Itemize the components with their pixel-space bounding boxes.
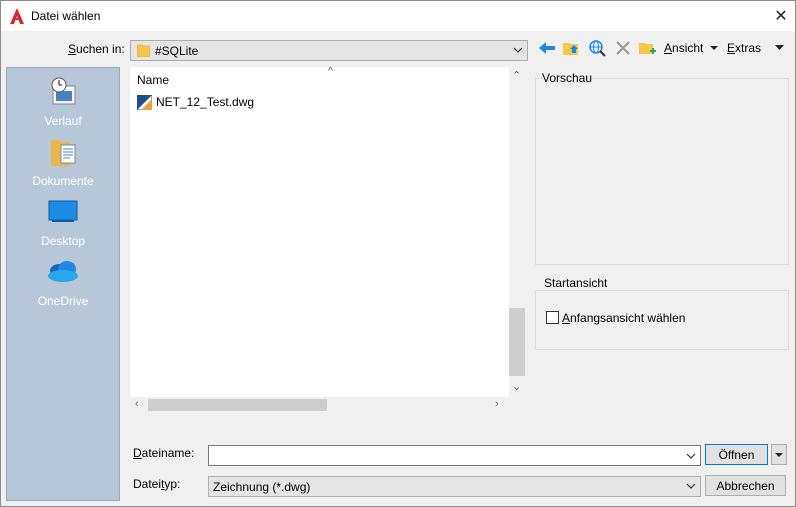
search-web-button[interactable] <box>588 38 606 58</box>
place-desktop[interactable]: Desktop <box>7 196 119 248</box>
folder-icon <box>137 44 150 57</box>
open-button[interactable]: Öffnen <box>705 444 768 465</box>
place-label: Dokumente <box>32 174 94 188</box>
back-arrow-icon <box>539 42 555 54</box>
places-bar: Verlauf Dokumente Desktop OneDrive <box>6 67 120 501</box>
lookin-value: #SQLite <box>155 44 199 58</box>
initial-view-checkbox-label[interactable]: Anfangsansicht wählen <box>562 311 685 325</box>
caret-down-icon <box>775 45 784 50</box>
history-icon <box>51 77 76 105</box>
back-button[interactable] <box>538 38 556 58</box>
globe-search-icon <box>589 40 606 57</box>
preview-group <box>535 78 789 265</box>
place-documents[interactable]: Dokumente <box>7 136 119 188</box>
scroll-right-icon[interactable]: › <box>495 398 499 410</box>
delete-x-icon <box>616 41 630 55</box>
scroll-up-icon[interactable]: ⌃ <box>512 69 521 82</box>
place-label: OneDrive <box>37 294 89 308</box>
tools-menu-button[interactable]: Extras <box>727 38 761 58</box>
folder-up-icon <box>563 43 578 55</box>
close-icon: ✕ <box>774 8 788 25</box>
place-label: Verlauf <box>44 114 82 128</box>
horizontal-scrollbar[interactable]: ‹ › <box>130 397 509 414</box>
chevron-down-icon <box>686 483 696 489</box>
caret-down-icon <box>775 452 783 457</box>
autocad-app-icon <box>10 8 24 24</box>
close-button[interactable]: ✕ <box>767 1 795 31</box>
column-header-name[interactable]: Name <box>137 73 169 87</box>
place-onedrive[interactable]: OneDrive <box>7 256 119 308</box>
view-menu-button[interactable]: Ansicht <box>664 38 703 58</box>
title-bar: Datei wählen ✕ <box>1 1 795 31</box>
file-dialog: Datei wählen ✕ Suchen in: #SQLite A nsic… <box>0 0 796 507</box>
lookin-label: Suchen in: <box>68 42 125 56</box>
filename-label: Dateiname: <box>133 446 195 460</box>
new-folder-button[interactable] <box>638 38 656 58</box>
sort-indicator-icon: ^ <box>328 66 333 77</box>
chevron-down-icon <box>513 47 523 53</box>
preview-title: Vorschau <box>542 71 593 85</box>
place-history[interactable]: Verlauf <box>7 76 119 128</box>
filetype-value: Zeichnung (*.dwg) <box>213 480 311 494</box>
initial-view-checkbox[interactable] <box>546 311 559 324</box>
tools-dropdown-arrow[interactable] <box>775 38 784 58</box>
scroll-down-icon[interactable]: ⌄ <box>512 380 521 393</box>
place-label: Desktop <box>40 234 86 248</box>
file-list[interactable]: ^ Name NET_12_Test.dwg ⌃ ⌄ ‹ › <box>130 66 525 414</box>
delete-button[interactable] <box>614 38 632 58</box>
dwg-file-icon <box>137 94 152 110</box>
caret-down-icon <box>710 46 718 50</box>
filetype-label: Dateityp: <box>133 477 181 491</box>
file-name: NET_12_Test.dwg <box>156 95 255 109</box>
filetype-combobox[interactable]: Zeichnung (*.dwg) <box>208 476 701 497</box>
new-folder-icon <box>639 43 656 54</box>
documents-folder-icon <box>51 140 76 166</box>
onedrive-cloud-icon <box>48 261 78 282</box>
window-title: Datei wählen <box>31 9 101 23</box>
chevron-down-icon <box>686 453 696 459</box>
list-item[interactable]: NET_12_Test.dwg <box>137 93 254 111</box>
scroll-left-icon[interactable]: ‹ <box>135 398 139 410</box>
lookin-combobox[interactable]: #SQLite <box>130 40 528 61</box>
cancel-button[interactable]: Abbrechen <box>705 475 786 496</box>
vertical-scrollbar[interactable]: ⌃ ⌄ <box>509 67 525 398</box>
desktop-icon <box>48 200 78 222</box>
initial-view-title: Startansicht <box>542 276 610 290</box>
scroll-thumb[interactable] <box>148 399 327 411</box>
open-options-button[interactable] <box>771 444 787 465</box>
filename-combobox[interactable] <box>208 445 701 466</box>
up-folder-button[interactable] <box>562 38 580 58</box>
scroll-thumb[interactable] <box>509 308 525 376</box>
view-dropdown-arrow[interactable] <box>710 38 718 58</box>
